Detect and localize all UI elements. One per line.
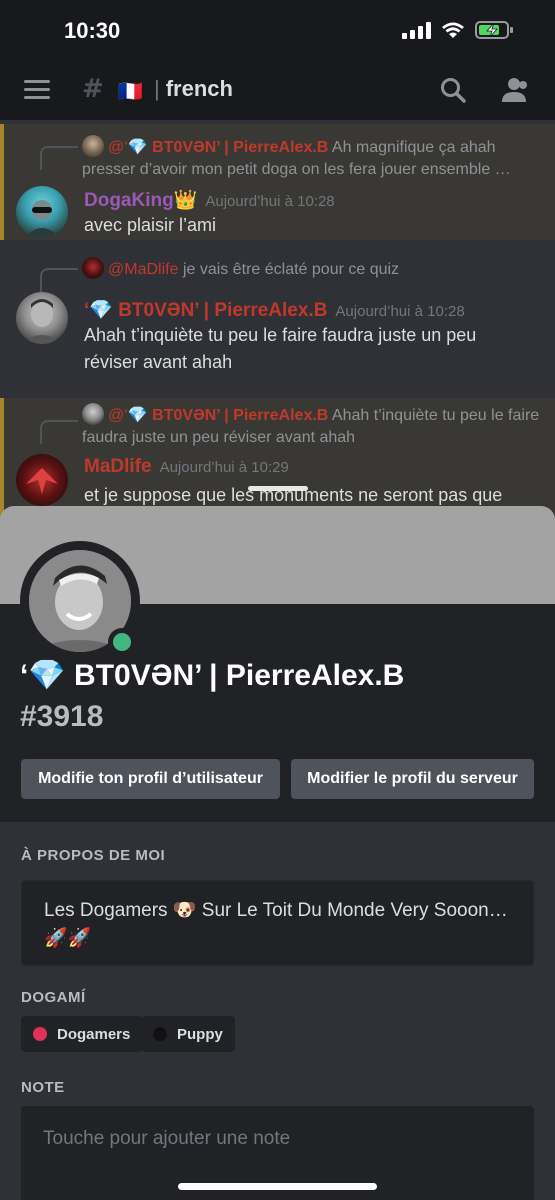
reply-preview[interactable]: @‘💎 BT0VƏN’ | PierreAlex.B Ah magnifique… [82, 135, 541, 181]
reply-author: BT0VƏN’ | PierreAlex.B [152, 407, 329, 424]
wifi-icon [442, 22, 464, 38]
profile-name: ‘💎 BT0VƏN’ | PierreAlex.B [20, 659, 405, 692]
role-name: Puppy [177, 1025, 223, 1043]
message-list[interactable]: @‘💎 BT0VƏN’ | PierreAlex.B Ah magnifique… [0, 120, 555, 520]
message-author[interactable]: MaDlife [84, 456, 152, 477]
message-text: et je suppose que les monuments ne seron… [84, 485, 503, 505]
avatar[interactable] [16, 292, 68, 344]
cellular-signal-icon [402, 21, 431, 39]
reply-author: BT0VƏN’ | PierreAlex.B [152, 139, 329, 156]
channel-flag: 🇫🇷 [118, 79, 143, 103]
channel-name-text: french [165, 76, 233, 101]
role-color-dot [33, 1027, 47, 1041]
reply-preview[interactable]: @MaDlife je vais être éclaté pour ce qui… [82, 257, 541, 281]
message-timestamp: Aujourd’hui à 10:29 [159, 459, 289, 476]
note-title: NOTE [21, 1079, 65, 1096]
edit-server-profile-button[interactable]: Modifier le profil du serveur [291, 759, 534, 799]
message-timestamp: Aujourd’hui à 10:28 [205, 193, 335, 210]
members-icon[interactable] [500, 77, 530, 103]
message[interactable]: @MaDlife je vais être éclaté pour ce qui… [0, 248, 555, 388]
reply-avatar [82, 135, 104, 157]
avatar[interactable] [16, 186, 68, 238]
roles-title: DOGAMÍ [21, 989, 86, 1006]
search-icon[interactable] [440, 77, 466, 103]
home-indicator[interactable] [178, 1183, 377, 1190]
channel-hash-lock-icon: # [82, 74, 104, 104]
status-bar: 10:30 [0, 0, 555, 60]
message[interactable]: @‘💎 BT0VƏN’ | PierreAlex.B Ah magnifique… [0, 124, 555, 240]
message-text: Ahah t’inquiète tu peu le faire faudra j… [84, 325, 477, 372]
role-chip-dogamers[interactable]: Dogamers [21, 1016, 143, 1052]
reply-avatar [82, 257, 104, 279]
online-status-indicator [108, 628, 136, 656]
role-color-dot [153, 1027, 167, 1041]
message[interactable]: @‘💎 BT0VƏN’ | PierreAlex.B Ahah t’inquiè… [0, 398, 555, 520]
channel-name: | french [154, 76, 233, 101]
sheet-drag-handle[interactable] [248, 486, 308, 491]
reply-author: @MaDlife [108, 261, 179, 278]
battery-charging-icon [475, 21, 513, 39]
role-chip-puppy[interactable]: Puppy [141, 1016, 235, 1052]
message-text: avec plaisir l’ami [84, 215, 217, 235]
message-author[interactable]: ‘💎 BT0VƏN’ | PierreAlex.B [84, 300, 327, 321]
edit-user-profile-button[interactable]: Modifie ton profil d’utilisateur [21, 759, 280, 799]
reply-preview[interactable]: @‘💎 BT0VƏN’ | PierreAlex.B Ahah t’inquiè… [82, 403, 541, 449]
about-me-title: À PROPOS DE MOI [21, 847, 166, 864]
profile-tag: #3918 [20, 700, 104, 733]
about-me-text: Les Dogamers 🐶 Sur Le Toit Du Monde Very… [21, 880, 534, 966]
message-author[interactable]: DogaKing👑 [84, 190, 197, 211]
role-name: Dogamers [57, 1025, 131, 1043]
reply-avatar [82, 403, 104, 425]
status-time: 10:30 [64, 18, 121, 43]
menu-icon[interactable] [24, 80, 50, 100]
status-icons [402, 20, 515, 40]
avatar[interactable] [16, 454, 68, 506]
message-timestamp: Aujourd’hui à 10:28 [335, 303, 465, 320]
reply-text: je vais être éclaté pour ce quiz [182, 261, 400, 278]
channel-header: # 🇫🇷 | french [0, 60, 555, 120]
